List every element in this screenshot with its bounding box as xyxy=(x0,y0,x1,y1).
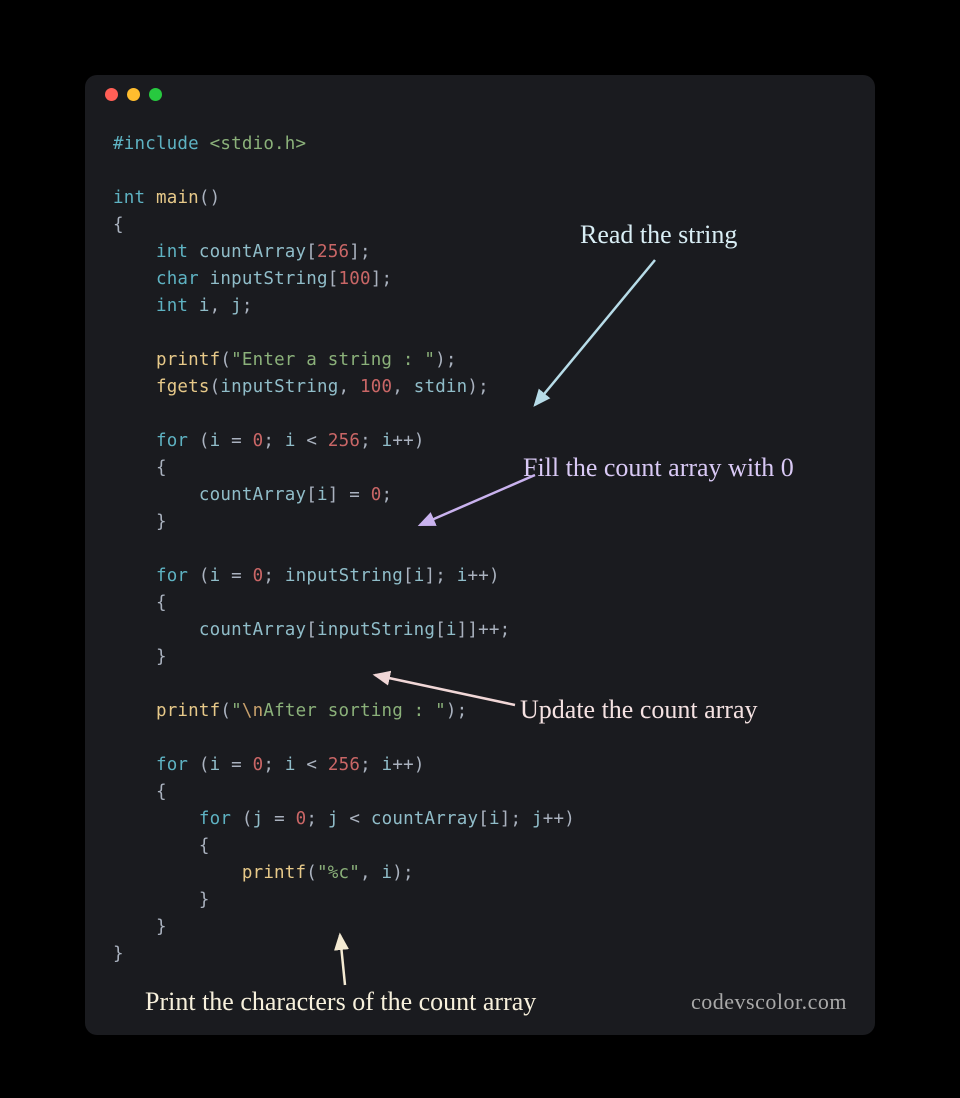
preproc: #include xyxy=(113,134,199,154)
watermark: codevscolor.com xyxy=(691,989,847,1015)
annotation-fill: Fill the count array with 0 xyxy=(523,453,794,483)
annotation-read: Read the string xyxy=(580,220,737,250)
code-block: #include <stdio.h> int main() { int coun… xyxy=(85,113,875,968)
annotation-update: Update the count array xyxy=(520,695,758,725)
close-icon xyxy=(105,88,118,101)
annotation-print: Print the characters of the count array xyxy=(145,987,536,1017)
minimize-icon xyxy=(127,88,140,101)
titlebar xyxy=(85,75,875,113)
maximize-icon xyxy=(149,88,162,101)
code-window: #include <stdio.h> int main() { int coun… xyxy=(85,75,875,1035)
header-name: <stdio.h> xyxy=(210,134,307,154)
